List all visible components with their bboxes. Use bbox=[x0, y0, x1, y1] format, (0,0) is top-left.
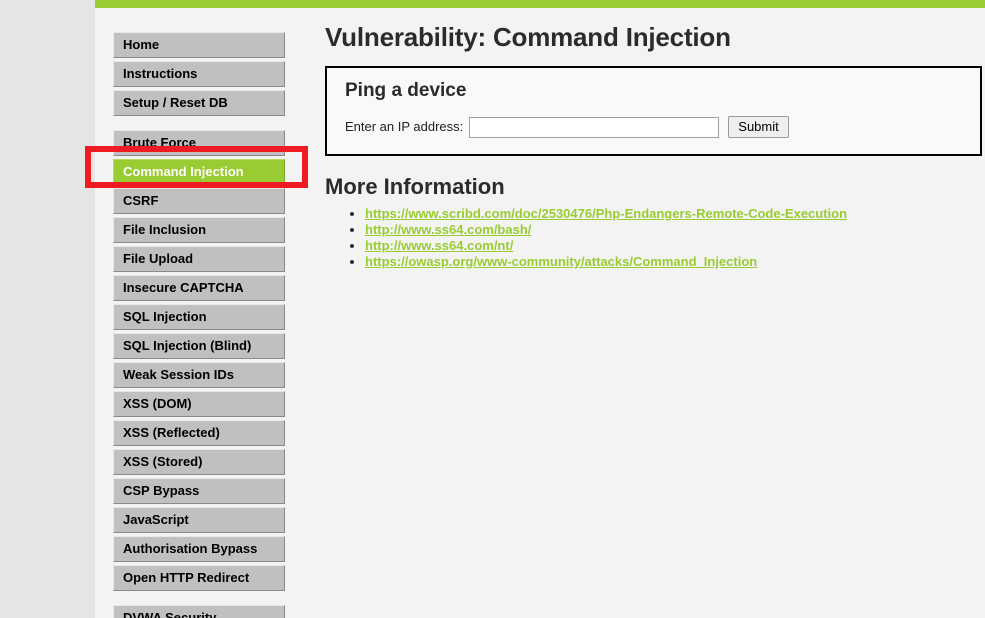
more-information-title: More Information bbox=[325, 174, 505, 199]
list-item: https://www.scribd.com/doc/2530476/Php-E… bbox=[365, 206, 982, 222]
ping-a-device-panel: Ping a device Enter an IP address: Submi… bbox=[325, 66, 982, 156]
sidebar-group-system: DVWA Security PHP Info About bbox=[113, 605, 285, 618]
reference-link-owasp[interactable]: https://owasp.org/www-community/attacks/… bbox=[365, 254, 757, 269]
sidebar-group-vulnerabilities: Brute Force Command Injection CSRF File … bbox=[113, 130, 285, 591]
reference-link-ss64-bash[interactable]: http://www.ss64.com/bash/ bbox=[365, 222, 531, 237]
sidebar-item-csp-bypass[interactable]: CSP Bypass bbox=[113, 478, 285, 504]
sidebar-item-setup-reset-db[interactable]: Setup / Reset DB bbox=[113, 90, 285, 116]
sidebar-item-xss-stored[interactable]: XSS (Stored) bbox=[113, 449, 285, 475]
sidebar-item-csrf[interactable]: CSRF bbox=[113, 188, 285, 214]
main-content: Vulnerability: Command Injection Ping a … bbox=[285, 8, 985, 270]
list-item: http://www.ss64.com/nt/ bbox=[365, 238, 982, 254]
sidebar-item-xss-dom[interactable]: XSS (DOM) bbox=[113, 391, 285, 417]
sidebar-item-command-injection[interactable]: Command Injection bbox=[113, 159, 285, 185]
ip-address-label: Enter an IP address: bbox=[345, 119, 464, 134]
sidebar-item-dvwa-security[interactable]: DVWA Security bbox=[113, 605, 285, 618]
sidebar-item-xss-reflected[interactable]: XSS (Reflected) bbox=[113, 420, 285, 446]
dvwa-app-window: Home Instructions Setup / Reset DB Brute… bbox=[95, 0, 985, 618]
more-information-links: https://www.scribd.com/doc/2530476/Php-E… bbox=[325, 206, 982, 270]
top-green-bar bbox=[95, 0, 985, 8]
reference-link-ss64-nt[interactable]: http://www.ss64.com/nt/ bbox=[365, 238, 513, 253]
ip-address-input[interactable] bbox=[469, 116, 720, 138]
list-item: http://www.ss64.com/bash/ bbox=[365, 222, 982, 238]
sidebar-item-file-inclusion[interactable]: File Inclusion bbox=[113, 217, 285, 243]
sidebar-item-weak-session-ids[interactable]: Weak Session IDs bbox=[113, 362, 285, 388]
sidebar-item-sql-injection-blind[interactable]: SQL Injection (Blind) bbox=[113, 333, 285, 359]
page-title: Vulnerability: Command Injection bbox=[325, 22, 731, 52]
panel-title: Ping a device bbox=[345, 80, 467, 101]
sidebar-item-open-http-redirect[interactable]: Open HTTP Redirect bbox=[113, 565, 285, 591]
sidebar-item-file-upload[interactable]: File Upload bbox=[113, 246, 285, 272]
ping-form: Enter an IP address: Submit bbox=[345, 116, 962, 138]
sidebar-item-javascript[interactable]: JavaScript bbox=[113, 507, 285, 533]
reference-link-scribd[interactable]: https://www.scribd.com/doc/2530476/Php-E… bbox=[365, 206, 847, 221]
sidebar-group-general: Home Instructions Setup / Reset DB bbox=[113, 32, 285, 116]
page-body: Home Instructions Setup / Reset DB Brute… bbox=[95, 8, 985, 618]
sidebar-item-sql-injection[interactable]: SQL Injection bbox=[113, 304, 285, 330]
sidebar-item-brute-force[interactable]: Brute Force bbox=[113, 130, 285, 156]
sidebar-item-authorisation-bypass[interactable]: Authorisation Bypass bbox=[113, 536, 285, 562]
sidebar-item-insecure-captcha[interactable]: Insecure CAPTCHA bbox=[113, 275, 285, 301]
submit-button[interactable]: Submit bbox=[728, 116, 789, 138]
sidebar-item-instructions[interactable]: Instructions bbox=[113, 61, 285, 87]
sidebar-navigation: Home Instructions Setup / Reset DB Brute… bbox=[95, 8, 285, 618]
list-item: https://owasp.org/www-community/attacks/… bbox=[365, 254, 982, 270]
sidebar-item-home[interactable]: Home bbox=[113, 32, 285, 58]
